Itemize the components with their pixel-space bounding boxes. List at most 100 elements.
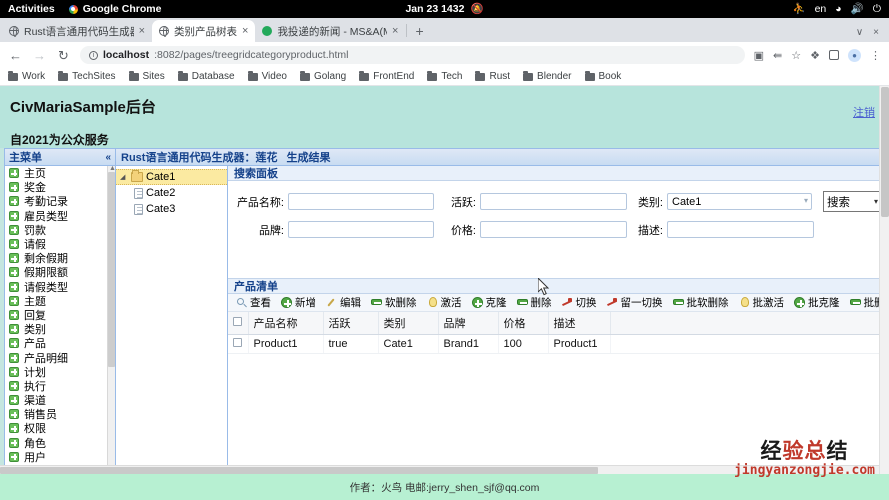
translate-icon[interactable]: ▣ bbox=[754, 49, 764, 62]
bookmark-item[interactable]: TechSites bbox=[58, 70, 116, 82]
power-icon[interactable]: ⏻ bbox=[873, 4, 881, 15]
sidebar-collapse-icon[interactable]: « bbox=[105, 152, 111, 163]
bookmark-item[interactable]: Book bbox=[584, 70, 621, 82]
chrome-menu-icon[interactable]: ⋮ bbox=[870, 49, 881, 62]
column-header[interactable]: 类别 bbox=[378, 312, 439, 335]
window-close-icon[interactable]: × bbox=[873, 27, 879, 38]
new-tab-button[interactable]: + bbox=[408, 20, 430, 42]
browser-tab-1[interactable]: 类别产品树表 × bbox=[152, 20, 256, 42]
active-app-indicator[interactable]: Google Chrome bbox=[68, 3, 161, 15]
page-vertical-scrollbar[interactable] bbox=[879, 86, 889, 500]
expand-plus-icon[interactable] bbox=[9, 380, 19, 391]
search-button[interactable]: 搜索 ▾ bbox=[823, 191, 882, 212]
batch-activate-button[interactable]: 批激活 bbox=[734, 295, 790, 311]
soft-delete-button[interactable]: 软删除 bbox=[366, 295, 422, 311]
sidebar-item[interactable]: 权限 bbox=[5, 421, 115, 435]
accessibility-icon[interactable]: ⛹ bbox=[793, 4, 806, 15]
product-name-input[interactable] bbox=[288, 193, 434, 210]
extensions-icon[interactable]: ❖ bbox=[810, 49, 820, 62]
add-button[interactable]: 新增 bbox=[276, 295, 321, 311]
column-header[interactable]: 活跃 bbox=[323, 312, 379, 335]
expand-plus-icon[interactable] bbox=[9, 239, 19, 250]
sidebar-item[interactable]: 请假 bbox=[5, 237, 115, 251]
category-combo[interactable]: ▾ bbox=[667, 193, 812, 210]
bookmark-item[interactable]: Rust bbox=[475, 70, 510, 82]
expand-plus-icon[interactable] bbox=[9, 295, 19, 306]
sidebar-item[interactable]: 假期限额 bbox=[5, 265, 115, 279]
bookmark-item[interactable]: Golang bbox=[299, 70, 346, 82]
expand-plus-icon[interactable] bbox=[9, 437, 19, 448]
back-button[interactable]: ← bbox=[8, 49, 23, 62]
browser-tab-0[interactable]: Rust语言通用代码生成器 × bbox=[2, 20, 152, 42]
sidebar-item[interactable]: 剩余假期 bbox=[5, 251, 115, 265]
select-all-checkbox[interactable] bbox=[233, 317, 242, 326]
expand-plus-icon[interactable] bbox=[9, 253, 19, 264]
delete-button[interactable]: 删除 bbox=[512, 295, 557, 311]
share-icon[interactable]: ⇚ bbox=[773, 49, 782, 62]
bookmark-item[interactable]: FrontEnd bbox=[359, 70, 414, 82]
column-header[interactable]: 产品名称 bbox=[248, 312, 324, 335]
activate-button[interactable]: 激活 bbox=[422, 295, 467, 311]
bookmark-item[interactable]: Sites bbox=[128, 70, 165, 82]
tree-node-cate1[interactable]: ◢ Cate1 bbox=[116, 169, 227, 185]
expand-plus-icon[interactable] bbox=[9, 395, 19, 406]
view-button[interactable]: 查看 bbox=[231, 295, 276, 311]
sidebar-item[interactable]: 奖金 bbox=[5, 180, 115, 194]
sidebar-item[interactable]: 类别 bbox=[5, 322, 115, 336]
column-header[interactable]: 价格 bbox=[498, 312, 549, 335]
page-horizontal-scrollbar[interactable] bbox=[0, 465, 889, 474]
tree-expand-arrow-icon[interactable]: ◢ bbox=[120, 173, 128, 181]
column-header[interactable]: 描述 bbox=[548, 312, 611, 335]
row-checkbox[interactable] bbox=[233, 338, 242, 347]
batch-clone-button[interactable]: 批克隆 bbox=[789, 295, 845, 311]
reload-button[interactable]: ↻ bbox=[56, 49, 71, 62]
column-header[interactable]: 品牌 bbox=[438, 312, 499, 335]
sidebar-item[interactable]: 产品 bbox=[5, 336, 115, 350]
bookmark-item[interactable]: Work bbox=[8, 70, 45, 82]
expand-plus-icon[interactable] bbox=[9, 423, 19, 434]
bookmark-item[interactable]: Blender bbox=[523, 70, 572, 82]
active-input[interactable] bbox=[480, 193, 627, 210]
bookmark-item[interactable]: Video bbox=[247, 70, 287, 82]
sidebar-scrollbar[interactable]: ▲ ▼ bbox=[107, 166, 115, 487]
table-row[interactable]: Product1 true Cate1 Brand1 100 Product1 bbox=[228, 334, 889, 354]
browser-tab-2[interactable]: 我投递的新闻 - MS&A(M × bbox=[255, 20, 406, 42]
sidebar-item[interactable]: 渠道 bbox=[5, 393, 115, 407]
sidebar-item[interactable]: 角色 bbox=[5, 436, 115, 450]
keep-one-toggle-button[interactable]: 留一切换 bbox=[602, 295, 668, 311]
expand-plus-icon[interactable] bbox=[9, 224, 19, 235]
scrollbar-thumb[interactable] bbox=[108, 172, 115, 367]
expand-plus-icon[interactable] bbox=[9, 409, 19, 420]
sidebar-item[interactable]: 产品明细 bbox=[5, 350, 115, 365]
sidebar-item[interactable]: 罚款 bbox=[5, 223, 115, 237]
sidebar-item[interactable]: 雇员类型 bbox=[5, 209, 115, 223]
scrollbar-thumb[interactable] bbox=[881, 87, 889, 217]
sidebar-item[interactable]: 主页 bbox=[5, 166, 115, 180]
scrollbar-thumb[interactable] bbox=[0, 467, 598, 474]
expand-plus-icon[interactable] bbox=[9, 267, 19, 278]
bookmark-item[interactable]: Tech bbox=[427, 70, 462, 82]
sidebar-item[interactable]: 回复 bbox=[5, 308, 115, 322]
expand-plus-icon[interactable] bbox=[9, 309, 19, 320]
expand-plus-icon[interactable] bbox=[9, 324, 19, 335]
batch-soft-delete-button[interactable]: 批软删除 bbox=[668, 295, 734, 311]
wifi-icon[interactable]: ◕ bbox=[835, 4, 841, 15]
sidebar-item[interactable]: 销售员 bbox=[5, 407, 115, 421]
clone-button[interactable]: 克隆 bbox=[467, 295, 512, 311]
price-input[interactable] bbox=[480, 221, 627, 238]
chevron-down-icon[interactable]: ▾ bbox=[874, 197, 878, 206]
tab-close-icon[interactable]: × bbox=[139, 25, 145, 37]
expand-plus-icon[interactable] bbox=[9, 281, 19, 292]
keyboard-layout-indicator[interactable]: en bbox=[815, 4, 827, 15]
sidebar-item[interactable]: 执行 bbox=[5, 379, 115, 393]
sidebar-item[interactable]: 用户 bbox=[5, 450, 115, 464]
description-input[interactable] bbox=[667, 221, 814, 238]
expand-plus-icon[interactable] bbox=[9, 352, 19, 363]
expand-plus-icon[interactable] bbox=[9, 182, 19, 193]
bookmark-star-icon[interactable]: ☆ bbox=[791, 49, 801, 62]
row-select-cell[interactable] bbox=[228, 334, 249, 354]
brand-input[interactable] bbox=[288, 221, 434, 238]
chevron-down-icon[interactable]: ▾ bbox=[804, 196, 808, 205]
address-bar[interactable]: i localhost:8082/pages/treegridcategoryp… bbox=[80, 46, 745, 64]
logout-link[interactable]: 注销 bbox=[853, 104, 875, 120]
